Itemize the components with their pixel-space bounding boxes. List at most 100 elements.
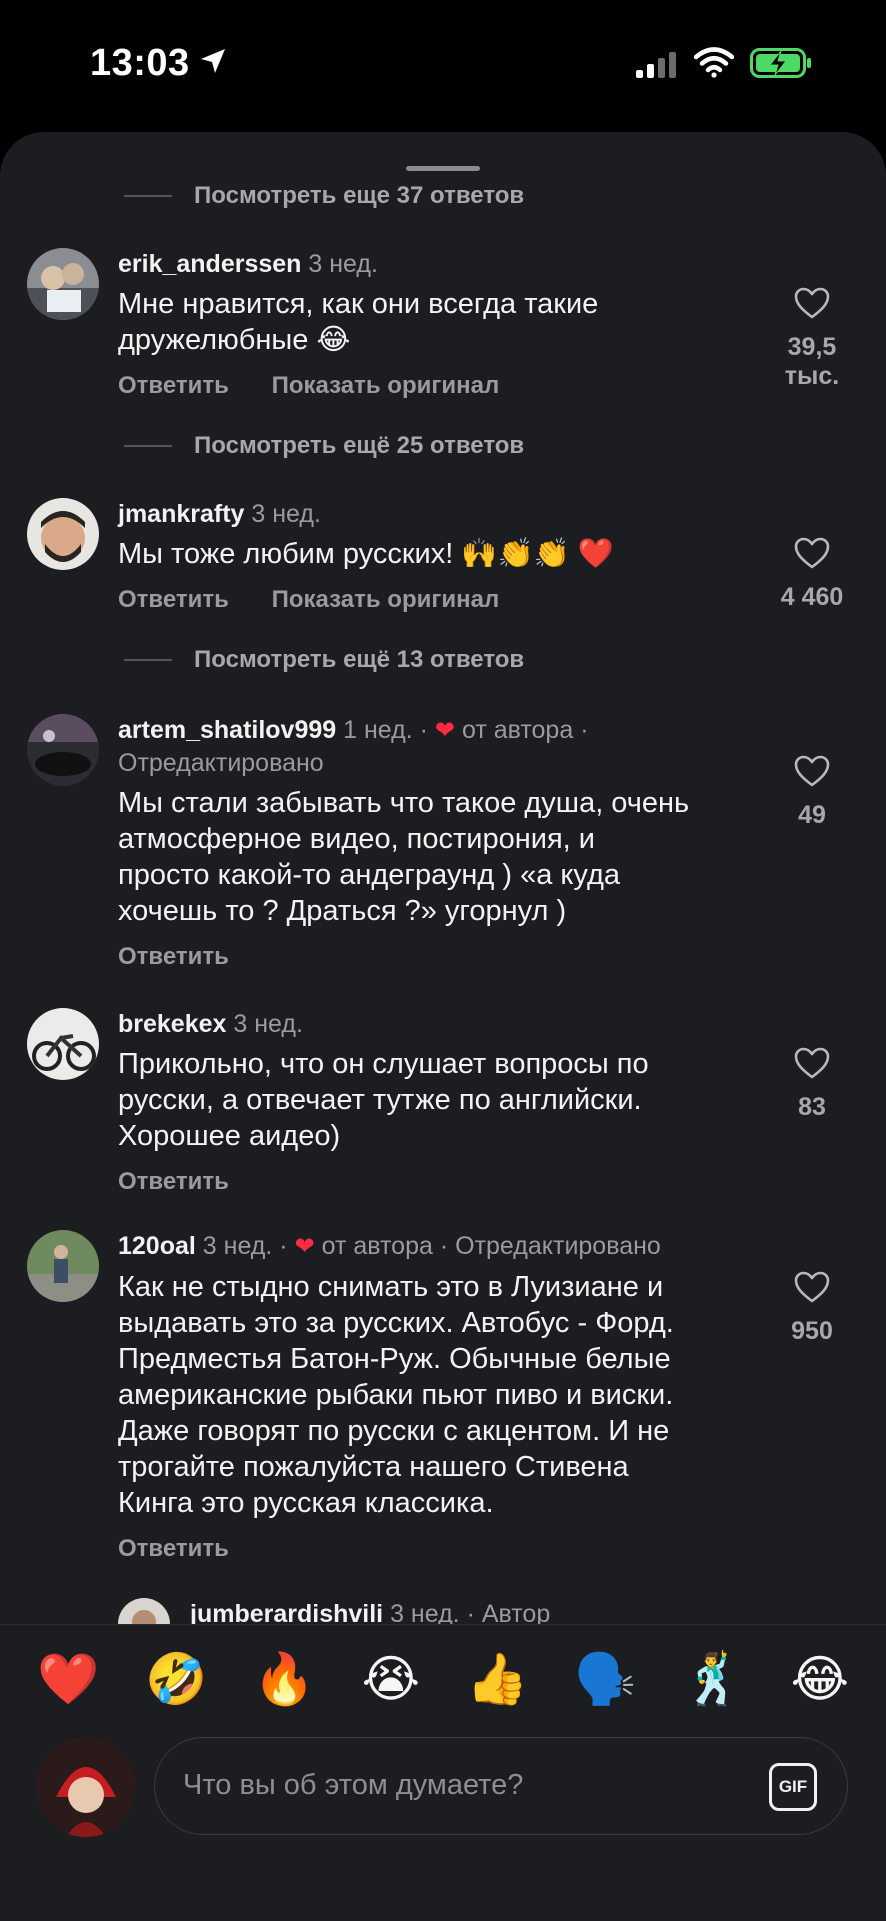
comment-age: 3 нед. (233, 1010, 303, 1038)
comment-text-line: Мне нравится, как они всегда такие (118, 288, 599, 320)
avatar[interactable] (27, 1230, 99, 1302)
comment-text-line: Кинга это русская классика. (118, 1487, 494, 1519)
comment-actions: Ответить Показать оригинал (118, 586, 758, 614)
reaction-crying[interactable]: 😭 (362, 1649, 420, 1709)
reaction-heart[interactable]: ❤️ (37, 1649, 99, 1709)
author-heart-icon: ❤ (294, 1233, 315, 1260)
show-original-button[interactable]: Показать оригинал (272, 586, 500, 613)
author-heart-icon: ❤ (434, 717, 456, 744)
divider (124, 659, 172, 661)
comment-text: Мы тоже любим русских! 🙌👏👏 ❤️ (118, 536, 758, 572)
comment-username[interactable]: 120oal (118, 1232, 196, 1260)
view-more-replies[interactable]: Посмотреть еще 37 ответов (124, 178, 524, 214)
comment-text-line: Прикольно, что он слушает вопросы по (118, 1048, 649, 1080)
comment-age: 3 нед. (202, 1232, 273, 1260)
comment-text: Прикольно, что он слушает вопросы по рус… (118, 1046, 758, 1154)
view-more-replies-label: Посмотреть ещё 25 ответов (194, 432, 525, 459)
reaction-thumbs-up[interactable]: 👍 (466, 1649, 528, 1709)
comment-actions: Ответить (118, 1535, 758, 1563)
heart-outline-icon[interactable] (793, 536, 831, 570)
reply-button[interactable]: Ответить (118, 586, 229, 613)
reaction-fire[interactable]: 🔥 (253, 1649, 315, 1709)
author-like-label: от автора (321, 1232, 433, 1260)
comment-username[interactable]: erik_anderssen (118, 250, 301, 278)
wifi-icon (694, 47, 734, 78)
comment-text-line: Предместья Батон-Руж. Обычные белые (118, 1343, 671, 1375)
comment-text-line: дружелюбные 😂 (118, 324, 351, 356)
comment-input[interactable]: Что вы об этом думаете? GIF (154, 1737, 848, 1835)
comment-meta: brekekex 3 нед. (118, 1008, 758, 1040)
like-control[interactable]: 39,5 тыс. (762, 286, 862, 391)
comment-username[interactable]: brekekex (118, 1010, 226, 1038)
status-bar: 13:03 (0, 0, 886, 130)
comment-text-line: выдавать это за русских. Автобус - Форд. (118, 1307, 674, 1339)
reply-button[interactable]: Ответить (118, 1535, 229, 1562)
reaction-rofl[interactable]: 🤣 (145, 1649, 207, 1709)
comment-actions: Ответить (118, 943, 758, 971)
edited-label: Отредактировано (455, 1232, 661, 1260)
comment-username[interactable]: artem_shatilov999 (118, 716, 336, 744)
show-original-button[interactable]: Показать оригинал (272, 372, 500, 399)
reaction-tears-of-joy[interactable]: 😂 (791, 1649, 849, 1709)
view-more-replies-label: Посмотреть ещё 13 ответов (194, 646, 525, 673)
comment-composer-bar: ❤️ 🤣 🔥 😭 👍 🗣️ 🕺 😂 Что вы об этом думаете… (0, 1624, 886, 1921)
gif-button[interactable]: GIF (769, 1763, 817, 1811)
comment-input-placeholder: Что вы об этом думаете? (183, 1769, 524, 1801)
comment-age: 3 нед. (251, 500, 321, 528)
comment-text-line: Как не стыдно снимать это в Луизиане и (118, 1271, 664, 1303)
like-control[interactable]: 49 (762, 754, 862, 830)
comment-text-line: Мы тоже любим русских! 🙌👏👏 ❤️ (118, 538, 614, 570)
comment-meta: 120oal 3 нед. · ❤ от автора · Отредактир… (118, 1232, 661, 1260)
author-like-label: от автора (461, 716, 574, 744)
comment-text-line: атмосферное видео, постирония, и (118, 823, 595, 855)
comment-actions: Ответить Показать оригинал (118, 372, 758, 400)
view-more-replies[interactable]: Посмотреть ещё 25 ответов (124, 428, 524, 464)
avatar[interactable] (27, 1008, 99, 1080)
like-count: 39,5 тыс. (784, 333, 840, 390)
location-arrow-icon (201, 49, 225, 73)
comment-actions: Ответить (118, 1168, 758, 1196)
like-control[interactable]: 950 (762, 1270, 862, 1346)
like-count: 49 (798, 801, 826, 829)
current-user-avatar (36, 1737, 136, 1837)
like-count: 950 (791, 1317, 833, 1345)
like-count: 4 460 (780, 583, 844, 611)
avatar[interactable] (27, 248, 99, 320)
reply-button[interactable]: Ответить (118, 372, 229, 399)
avatar[interactable] (27, 498, 99, 570)
view-more-replies-label: Посмотреть еще 37 ответов (194, 182, 525, 209)
reaction-dancer[interactable]: 🕺 (682, 1649, 744, 1709)
sheet-grabber[interactable] (406, 166, 480, 171)
heart-outline-icon[interactable] (793, 754, 831, 788)
comment-meta: jmankrafty 3 нед. (118, 498, 758, 530)
heart-outline-icon[interactable] (793, 1046, 831, 1080)
reaction-speaking-head[interactable]: 🗣️ (574, 1649, 636, 1709)
comment-text-line: русски, а отвечает тутже по английски. (118, 1084, 642, 1116)
comment-text-line: Мы стали забывать что такое душа, очень (118, 787, 690, 819)
view-more-replies[interactable]: Посмотреть ещё 13 ответов (124, 642, 524, 678)
comment-text-line: Хорошее аидео) (118, 1120, 341, 1152)
like-control[interactable]: 4 460 (762, 536, 862, 612)
avatar[interactable] (27, 714, 99, 786)
battery-charging-icon (750, 48, 811, 78)
comment-meta: erik_anderssen 3 нед. (118, 248, 758, 280)
comment-meta: artem_shatilov999 1 нед. · ❤ от автора ·… (118, 714, 758, 779)
quick-reactions: ❤️ 🤣 🔥 😭 👍 🗣️ 🕺 😂 (0, 1649, 886, 1709)
comment-text-line: хочешь то ? Драться ?» угорнул ) (118, 895, 567, 927)
status-time: 13:03 (90, 42, 190, 84)
comment-age: 3 нед. (308, 250, 378, 278)
comment-text-line: американские рыбаки пьют пиво и виски. (118, 1379, 674, 1411)
reply-button[interactable]: Ответить (118, 1168, 229, 1195)
comment-text-line: просто какой-то андеграунд ) «а куда (118, 859, 621, 891)
divider (124, 445, 172, 447)
reply-button[interactable]: Ответить (118, 943, 229, 970)
comment-text: Мы стали забывать что такое душа, очень … (118, 785, 758, 929)
edited-label: Отредактировано (118, 749, 324, 777)
comment-username[interactable]: jmankrafty (118, 500, 244, 528)
heart-outline-icon[interactable] (793, 1270, 831, 1304)
like-control[interactable]: 83 (762, 1046, 862, 1122)
heart-outline-icon[interactable] (793, 286, 831, 320)
comment-age: 1 нед. (343, 716, 413, 744)
comment-text-line: трогайте пожалуйста нашего Стивена (118, 1451, 629, 1483)
comment-text-line: Даже говорят по русски с акцентом. И не (118, 1415, 670, 1447)
